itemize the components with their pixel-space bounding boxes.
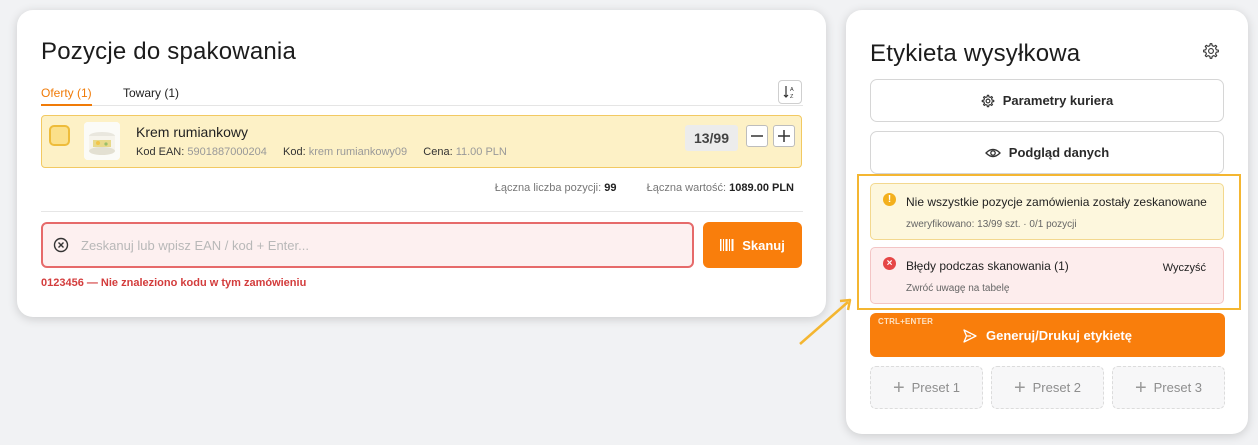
code-label: Kod: [283, 146, 306, 158]
preset-label: Preset 3 [1153, 380, 1203, 395]
increment-button[interactable] [773, 125, 795, 147]
shipping-label-panel: Etykieta wysyłkowa Parametry kuriera Pod… [846, 10, 1248, 434]
annotation-arrow [799, 298, 852, 345]
total-count-value: 99 [604, 182, 617, 194]
send-icon [963, 328, 977, 343]
warning-icon: ! [883, 193, 896, 206]
preset-label: Preset 2 [1032, 380, 1082, 395]
minus-icon [751, 135, 763, 137]
total-value-label: Łączna wartość: [646, 182, 727, 194]
tab-products[interactable]: Towary (1) [123, 86, 179, 106]
gear-icon[interactable] [1202, 42, 1220, 60]
courier-parameters-label: Parametry kuriera [1002, 93, 1114, 108]
item-meta: Kod EAN: 5901887000204 Kod: krem rumiank… [136, 146, 507, 158]
plus-icon [778, 130, 790, 142]
courier-parameters-button[interactable]: Parametry kuriera [870, 79, 1224, 122]
scan-field [41, 222, 694, 268]
generate-label-button[interactable]: CTRL+ENTER Generuj/Drukuj etykietę [870, 313, 1225, 357]
scan-button-label: Skanuj [742, 237, 785, 253]
quantity-counter: 13/99 [685, 125, 738, 151]
price-value: 11.00 PLN [455, 146, 507, 158]
generate-label-text: Generuj/Drukuj etykietę [986, 328, 1132, 343]
scan-button[interactable]: Skanuj [703, 222, 802, 268]
panel-title: Etykieta wysyłkowa [870, 40, 1081, 67]
data-preview-label: Podgląd danych [1008, 145, 1110, 160]
preset-label: Preset 1 [911, 380, 961, 395]
sort-button[interactable]: A Z [778, 80, 802, 104]
sort-az-icon: A Z [783, 86, 794, 99]
gear-icon [981, 94, 995, 107]
clear-circle-icon[interactable] [52, 236, 70, 254]
warning-title: Nie wszystkie pozycje zamówienia zostały… [906, 195, 1207, 209]
data-preview-button[interactable]: Podgląd danych [870, 131, 1224, 174]
clear-errors-button[interactable]: Wyczyść [1163, 262, 1206, 274]
preset-button-1[interactable]: + Preset 1 [870, 366, 983, 409]
svg-text:A: A [790, 87, 794, 93]
divider [41, 211, 803, 212]
shortcut-hint: CTRL+ENTER [878, 317, 934, 326]
error-alert: × Błędy podczas skanowania (1) Zwróć uwa… [870, 247, 1224, 304]
ean-value: 5901887000204 [187, 146, 267, 158]
total-count-label: Łączna liczba pozycji: [494, 182, 602, 194]
total-value-value: 1089.00 PLN [729, 182, 794, 194]
preset-button-3[interactable]: + Preset 3 [1112, 366, 1225, 409]
totals-summary: Łączna liczba pozycji: 99 Łączna wartość… [495, 182, 794, 194]
price-label: Cena: [423, 146, 453, 158]
plus-icon: + [892, 376, 905, 399]
ean-label: Kod EAN: [136, 146, 185, 158]
item-name: Krem rumiankowy [136, 124, 249, 140]
panel-title: Pozycje do spakowania [41, 38, 297, 65]
warning-alert: ! Nie wszystkie pozycje zamówienia zosta… [870, 183, 1224, 240]
warning-subtitle: zweryfikowano: 13/99 szt. · 0/1 pozycji [906, 219, 1077, 230]
error-subtitle: Zwróć uwagę na tabelę [906, 283, 1010, 294]
scan-input[interactable] [81, 233, 671, 257]
decrement-button[interactable] [746, 125, 768, 147]
eye-icon [984, 148, 1001, 157]
error-icon: × [883, 257, 896, 270]
plus-icon: + [1013, 376, 1026, 399]
barcode-icon [720, 239, 734, 251]
tabs-bar: Oferty (1) Towary (1) [41, 86, 803, 106]
preset-button-2[interactable]: + Preset 2 [991, 366, 1104, 409]
product-thumbnail [84, 122, 120, 160]
svg-text:Z: Z [790, 94, 794, 99]
packing-items-panel: Pozycje do spakowania Oferty (1) Towary … [17, 10, 826, 317]
list-item: Krem rumiankowy Kod EAN: 5901887000204 K… [41, 115, 802, 168]
error-title: Błędy podczas skanowania (1) [906, 259, 1069, 273]
plus-icon: + [1134, 376, 1147, 399]
code-value: krem rumiankowy09 [308, 146, 408, 158]
item-checkbox[interactable] [49, 125, 70, 146]
scan-error-message: 0123456 — Nie znaleziono kodu w tym zamó… [41, 277, 307, 289]
tab-offers[interactable]: Oferty (1) [41, 86, 92, 106]
